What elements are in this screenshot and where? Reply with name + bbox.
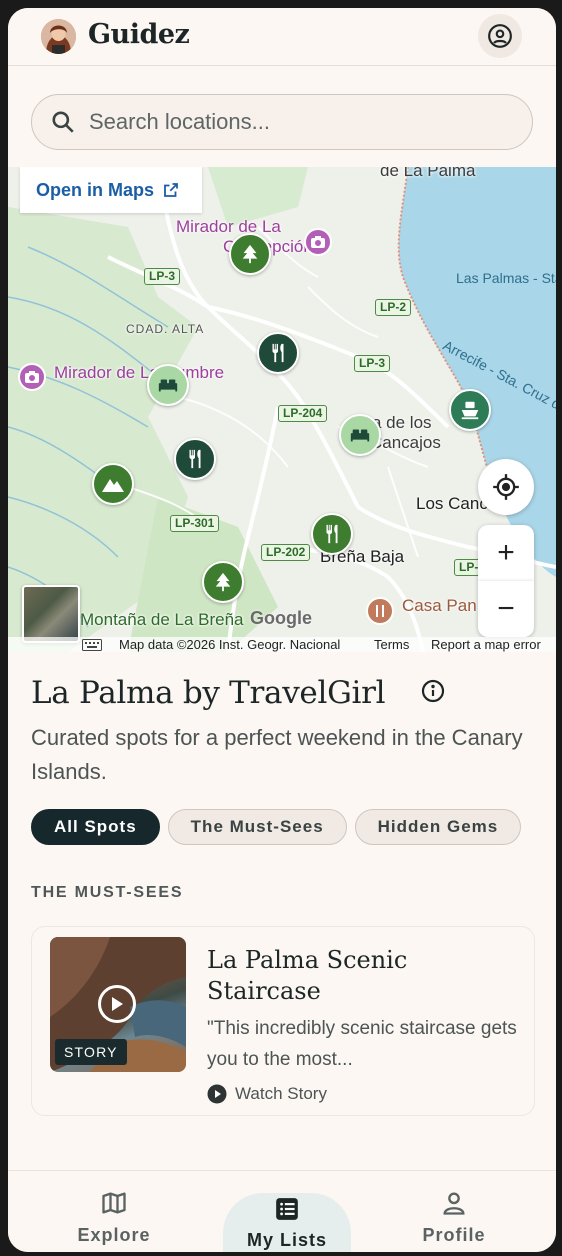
- restaurant-icon[interactable]: [257, 332, 299, 374]
- nav-explore[interactable]: Explore: [44, 1171, 184, 1252]
- account-circle-icon: [488, 24, 512, 48]
- open-in-maps-button[interactable]: Open in Maps: [20, 167, 202, 213]
- map-label: Mirador de La: [176, 217, 281, 236]
- spot-card[interactable]: STORY La Palma Scenic Staircase "This in…: [31, 926, 535, 1116]
- restaurant-icon[interactable]: [174, 438, 216, 480]
- zoom-out-button[interactable]: −: [478, 581, 534, 637]
- satellite-toggle-button[interactable]: [22, 585, 80, 643]
- map-label: Mirador de La Cumbre: [54, 363, 225, 382]
- camera-icon[interactable]: [18, 363, 46, 391]
- filter-chips: All Spots The Must-Sees Hidden Gems: [31, 809, 533, 845]
- map-data-text: Map data ©2026 Inst. Geogr. Nacional: [119, 637, 341, 652]
- crosshair-icon: [493, 474, 519, 500]
- map-label: Montaña de La Breña: [80, 610, 244, 629]
- my-location-button[interactable]: [478, 459, 534, 515]
- zoom-in-button[interactable]: +: [478, 525, 534, 581]
- chip-all-spots[interactable]: All Spots: [31, 809, 160, 845]
- restaurant-icon[interactable]: [311, 513, 353, 555]
- spot-title: La Palma Scenic Staircase: [207, 946, 408, 1005]
- map-attribution: Map data ©2026 Inst. Geogr. Nacional Ter…: [8, 637, 556, 652]
- avatar[interactable]: [41, 19, 76, 54]
- app-title: Guidez: [88, 19, 190, 50]
- open-in-maps-label: Open in Maps: [36, 179, 155, 200]
- spot-thumbnail[interactable]: STORY: [50, 937, 186, 1072]
- bed-icon[interactable]: [147, 364, 189, 406]
- app-screen: Guidez Search locations... Open in Maps …: [8, 8, 556, 1252]
- nav-profile[interactable]: Profile: [384, 1171, 524, 1252]
- info-icon[interactable]: [421, 679, 445, 703]
- app-header: Guidez: [8, 8, 556, 66]
- mountain-icon[interactable]: [92, 463, 134, 505]
- search-bar[interactable]: [31, 94, 533, 150]
- ferry-icon[interactable]: [449, 389, 491, 431]
- tree-icon[interactable]: [202, 561, 244, 603]
- search-icon: [52, 111, 74, 133]
- google-logo: Google: [250, 608, 312, 628]
- road-badge: LP-2: [375, 299, 412, 316]
- list-icon: [276, 1197, 298, 1220]
- camera-icon[interactable]: [304, 228, 332, 256]
- search-section: [8, 66, 556, 166]
- chip-must-sees[interactable]: The Must-Sees: [167, 809, 347, 845]
- map-icon: [102, 1192, 126, 1214]
- play-icon[interactable]: [98, 985, 136, 1023]
- keyboard-icon[interactable]: [82, 639, 102, 652]
- person-icon: [443, 1192, 465, 1215]
- spot-excerpt: "This incredibly scenic staircase gets y…: [207, 1018, 517, 1070]
- play-circle-icon: [207, 1084, 227, 1104]
- search-input[interactable]: [89, 107, 509, 137]
- report-error-link[interactable]: Report a map error: [431, 637, 541, 652]
- watch-story-label: Watch Story: [235, 1084, 327, 1103]
- road-badge: LP-204: [278, 405, 328, 422]
- bed-icon[interactable]: [339, 414, 381, 456]
- watch-story-link[interactable]: Watch Story: [207, 1084, 327, 1104]
- map-label: a de los: [372, 413, 432, 432]
- map-label: de La Palma: [380, 167, 476, 180]
- story-badge: STORY: [55, 1039, 127, 1065]
- road-badge: LP-301: [170, 515, 220, 532]
- tree-icon[interactable]: [229, 233, 271, 275]
- nav-my-lists-label: My Lists: [246, 1229, 328, 1250]
- map-label: Las Palmas - Sta: [456, 270, 556, 286]
- external-link-icon: [164, 183, 178, 197]
- nav-explore-label: Explore: [77, 1225, 151, 1245]
- list-title: La Palma by TravelGirl: [31, 675, 386, 711]
- nav-profile-label: Profile: [422, 1225, 486, 1245]
- road-badge: LP-3: [354, 355, 391, 372]
- road-badge: LP-3: [144, 268, 181, 285]
- bottom-nav: Explore My Lists Profile: [8, 1170, 556, 1252]
- chip-hidden-gems[interactable]: Hidden Gems: [354, 809, 522, 845]
- map-view[interactable]: Open in Maps de La Palma Mirador de La C…: [8, 167, 556, 652]
- terms-link[interactable]: Terms: [374, 637, 409, 652]
- road-badge: LP-202: [261, 544, 311, 561]
- map-label: Casa Pan: [402, 596, 477, 615]
- list-description: Curated spots for a perfect weekend in t…: [31, 725, 523, 784]
- account-button[interactable]: [478, 14, 522, 58]
- restaurant-poi-icon[interactable]: [366, 597, 394, 625]
- section-heading: THE MUST-SEES: [31, 884, 184, 901]
- nav-my-lists[interactable]: My Lists: [223, 1193, 351, 1252]
- map-label: CDAD. ALTA: [126, 322, 205, 336]
